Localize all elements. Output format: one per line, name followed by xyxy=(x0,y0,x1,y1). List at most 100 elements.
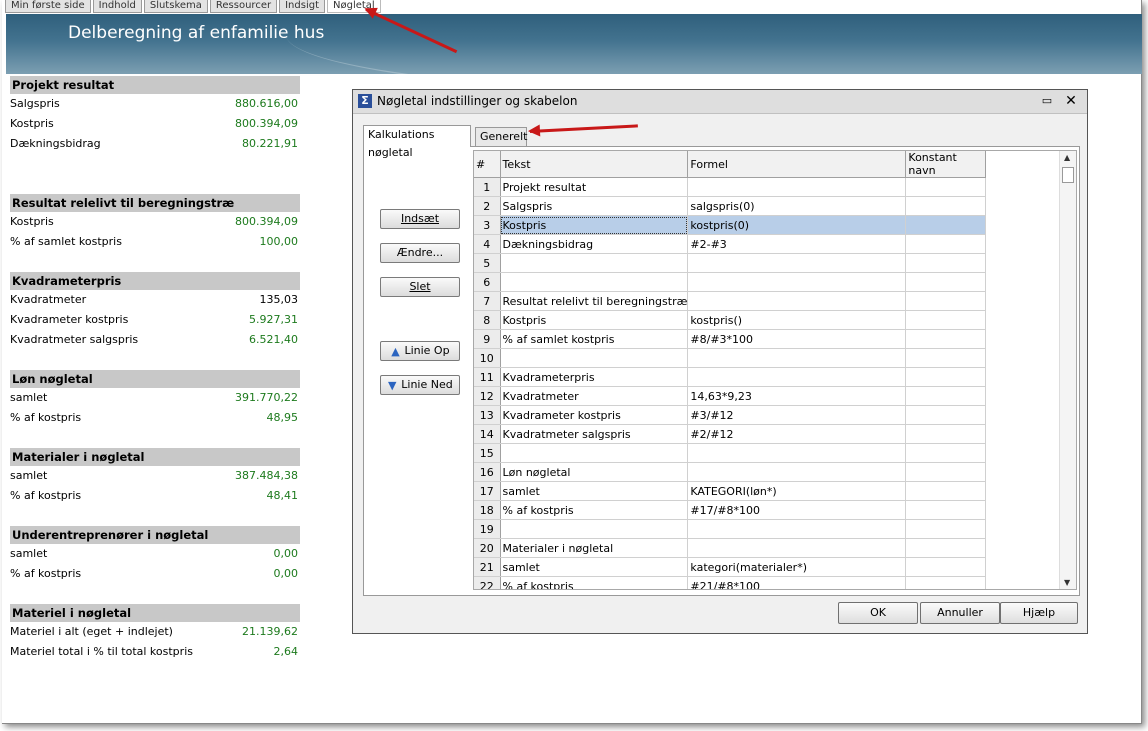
formula-cell[interactable]: salgspris(0) xyxy=(687,196,907,216)
formula-cell[interactable]: #17/#8*100 xyxy=(687,500,907,520)
column-header[interactable]: Tekst xyxy=(500,151,689,178)
text-cell[interactable]: % af samlet kostpris xyxy=(500,329,689,349)
formula-cell[interactable] xyxy=(687,538,907,558)
line-down-button[interactable]: ▼ Linie Ned xyxy=(380,375,460,395)
constant-cell[interactable] xyxy=(905,348,987,368)
table-row[interactable]: 22% af kostpris #21/#8*100 xyxy=(474,576,987,589)
table-row[interactable]: 8 Kostpris kostpris() xyxy=(474,310,987,330)
formula-cell[interactable] xyxy=(687,348,907,368)
formula-cell[interactable]: kostpris() xyxy=(687,310,907,330)
formula-cell[interactable]: kostpris(0) xyxy=(687,215,907,235)
delete-button[interactable]: Slet xyxy=(380,277,460,297)
vertical-scrollbar[interactable]: ▲ ▼ xyxy=(1059,151,1076,589)
close-icon[interactable]: ✕ xyxy=(1063,93,1079,109)
text-cell[interactable] xyxy=(500,253,689,273)
formula-cell[interactable] xyxy=(687,291,907,311)
tab-1[interactable]: Indhold xyxy=(92,0,142,13)
text-cell[interactable] xyxy=(500,348,689,368)
table-row[interactable]: 3 Kostpris kostpris(0) xyxy=(474,215,987,235)
tab-3[interactable]: Ressourcer xyxy=(209,0,278,13)
formula-cell[interactable] xyxy=(687,443,907,463)
edit-button[interactable]: Ændre... xyxy=(380,243,460,263)
table-row[interactable]: 16 Løn nøgletal xyxy=(474,462,987,482)
text-cell[interactable] xyxy=(500,272,689,292)
constant-cell[interactable] xyxy=(905,272,987,292)
table-row[interactable]: 11 Kvadrameterpris xyxy=(474,367,987,387)
table-row[interactable]: 19 xyxy=(474,519,987,539)
column-header[interactable]: # xyxy=(474,151,501,178)
constant-cell[interactable] xyxy=(905,291,987,311)
constant-cell[interactable] xyxy=(905,329,987,349)
text-cell[interactable]: Materialer i nøgletal xyxy=(500,538,689,558)
tab-kalkulations-noegletal[interactable]: Kalkulations nøgletal xyxy=(363,125,471,159)
table-row[interactable]: 7 Resultat relelivt til beregningstræ xyxy=(474,291,987,311)
help-button[interactable]: Hjælp xyxy=(1000,602,1078,624)
formula-cell[interactable] xyxy=(687,272,907,292)
constant-cell[interactable] xyxy=(905,424,987,444)
table-row[interactable]: 10 xyxy=(474,348,987,368)
tab-4[interactable]: Indsigt xyxy=(279,0,325,13)
formula-cell[interactable] xyxy=(687,177,907,197)
text-cell[interactable]: Kvadrameterpris xyxy=(500,367,689,387)
table-row[interactable]: 21 samlet kategori(materialer*) xyxy=(474,557,987,577)
text-cell[interactable]: samlet xyxy=(500,557,689,577)
table-row[interactable]: 5 xyxy=(474,253,987,273)
text-cell[interactable]: Kostpris xyxy=(500,310,689,330)
constant-cell[interactable] xyxy=(905,500,987,520)
formula-cell[interactable]: #21/#8*100 xyxy=(687,576,907,589)
table-row[interactable]: 2 Salgspris salgspris(0) xyxy=(474,196,987,216)
constant-cell[interactable] xyxy=(905,253,987,273)
constant-cell[interactable] xyxy=(905,234,987,254)
constant-cell[interactable] xyxy=(905,481,987,501)
constant-cell[interactable] xyxy=(905,386,987,406)
text-cell[interactable] xyxy=(500,519,689,539)
constant-cell[interactable] xyxy=(905,310,987,330)
formula-cell[interactable]: 14,63*9,23 xyxy=(687,386,907,406)
text-cell[interactable]: Kvadratmeter xyxy=(500,386,689,406)
ok-button[interactable]: OK xyxy=(838,602,918,624)
scroll-down-icon[interactable]: ▼ xyxy=(1064,578,1070,587)
table-row[interactable]: 14 Kvadratmeter salgspris #2/#12 xyxy=(474,424,987,444)
text-cell[interactable]: samlet xyxy=(500,481,689,501)
formula-cell[interactable] xyxy=(687,367,907,387)
table-row[interactable]: 9% af samlet kostpris #8/#3*100 xyxy=(474,329,987,349)
constant-cell[interactable] xyxy=(905,538,987,558)
formula-cell[interactable]: #2/#12 xyxy=(687,424,907,444)
constant-cell[interactable] xyxy=(905,177,987,197)
scroll-up-icon[interactable]: ▲ xyxy=(1064,153,1070,162)
insert-button[interactable]: Indsæt xyxy=(380,209,460,229)
table-row[interactable]: 6 xyxy=(474,272,987,292)
table-row[interactable]: 17 samlet KATEGORI(løn*) xyxy=(474,481,987,501)
cancel-button[interactable]: Annuller xyxy=(920,602,1000,624)
formula-cell[interactable]: #2-#3 xyxy=(687,234,907,254)
table-row[interactable]: 1 Projekt resultat xyxy=(474,177,987,197)
formula-cell[interactable] xyxy=(687,253,907,273)
text-cell[interactable]: Dækningsbidrag xyxy=(500,234,689,254)
text-cell[interactable]: Kvadrameter kostpris xyxy=(500,405,689,425)
constant-cell[interactable] xyxy=(905,215,987,235)
column-header[interactable]: Formel xyxy=(687,151,907,178)
tab-generelt[interactable]: Generelt xyxy=(475,127,527,147)
text-cell[interactable]: Kvadratmeter salgspris xyxy=(500,424,689,444)
constant-cell[interactable] xyxy=(905,196,987,216)
minimize-icon[interactable]: ▭ xyxy=(1039,93,1055,109)
constant-cell[interactable] xyxy=(905,462,987,482)
formula-grid[interactable]: # Tekst Formel Konstant navn 1 Projekt resul… xyxy=(473,150,1077,590)
table-row[interactable]: 12 Kvadratmeter 14,63*9,23 xyxy=(474,386,987,406)
constant-cell[interactable] xyxy=(905,576,987,589)
table-row[interactable]: 20 Materialer i nøgletal xyxy=(474,538,987,558)
column-header[interactable]: Konstant navn xyxy=(905,151,987,178)
text-cell[interactable]: Resultat relelivt til beregningstræ xyxy=(500,291,689,311)
text-cell[interactable] xyxy=(500,443,689,463)
text-cell[interactable]: % af kostpris xyxy=(500,576,689,589)
text-cell[interactable]: Løn nøgletal xyxy=(500,462,689,482)
formula-cell[interactable] xyxy=(687,519,907,539)
table-row[interactable]: 13 Kvadrameter kostpris #3/#12 xyxy=(474,405,987,425)
formula-cell[interactable]: kategori(materialer*) xyxy=(687,557,907,577)
text-cell[interactable]: Kostpris xyxy=(500,215,689,235)
text-cell[interactable]: Projekt resultat xyxy=(500,177,689,197)
formula-cell[interactable]: #8/#3*100 xyxy=(687,329,907,349)
constant-cell[interactable] xyxy=(905,519,987,539)
table-row[interactable]: 15 xyxy=(474,443,987,463)
formula-cell[interactable]: KATEGORI(løn*) xyxy=(687,481,907,501)
